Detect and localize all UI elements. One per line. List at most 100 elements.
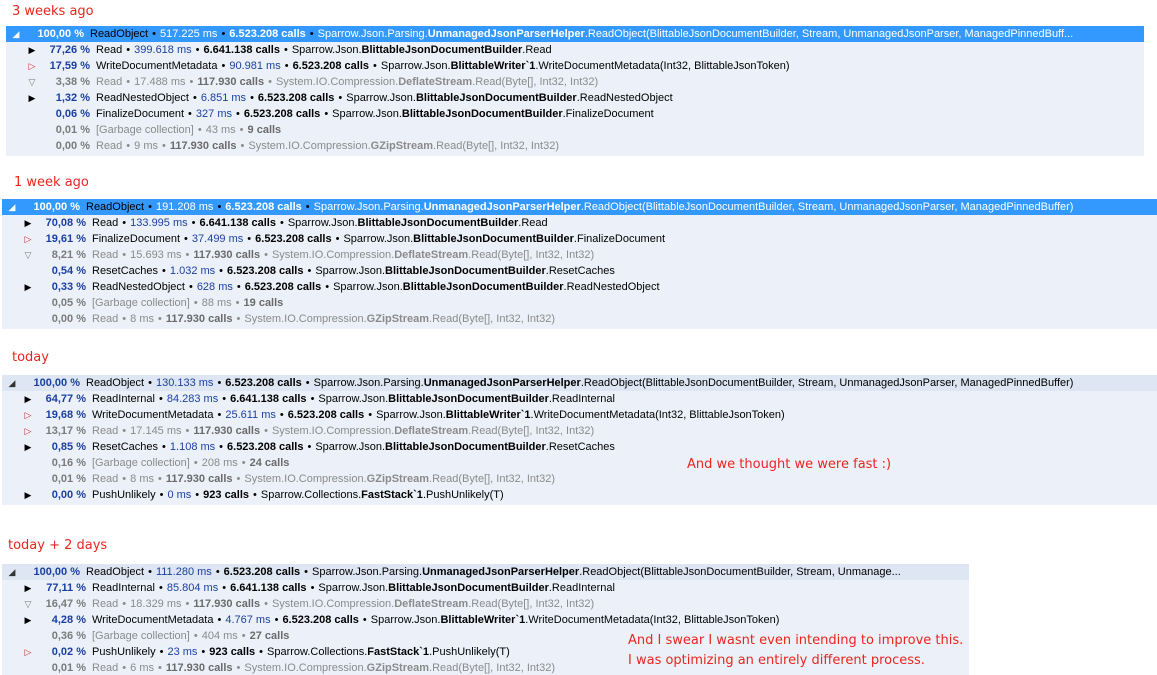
namespace: Sparrow.Json. (315, 441, 386, 453)
call-tree-row[interactable]: 0,54 % ResetCaches • 1.032 ms • 6.523.208 cal… (2, 263, 1157, 279)
qualified-method: System.IO.Compression.GZipStream.Read(By… (244, 473, 555, 485)
time-value: 85.804 ms (166, 582, 219, 594)
call-tree-row[interactable]: 0,00 % Read • 9 ms • 117.930 calls • System.IO.… (6, 138, 1144, 154)
method-signature: .Read(Byte[], Int32, Int32) (468, 598, 595, 610)
collapse-triangle-icon[interactable]: ◢ (6, 199, 18, 215)
call-count: 27 calls (249, 630, 290, 642)
bullet-separator: • (221, 60, 226, 72)
bullet-separator: • (191, 217, 196, 229)
bullet-separator: • (250, 92, 254, 104)
profiler-panel-3-weeks-ago[interactable]: ◢ 100,00 % ReadObject • 517.225 ms • 6.523.208… (6, 26, 1144, 156)
bullet-separator: • (219, 441, 224, 453)
call-tree-row[interactable]: ▶ 77,26 % Read • 399.618 ms • 6.641.138 calls •… (6, 42, 1144, 58)
profiler-panel-1-week-ago[interactable]: ◢ 100,00 % ReadObject • 191.208 ms • 6.523.208… (2, 199, 1157, 329)
call-tree-row[interactable]: ▷ 13,17 % Read • 17.145 ms • 117.930 calls • Sys… (2, 423, 1157, 439)
call-tree-row[interactable]: ▽ 3,38 % Read • 17.488 ms • 117.930 calls • Syst… (6, 74, 1144, 90)
call-tree-row[interactable]: ▶ 1,32 % ReadNestedObject • 6.851 ms • 6.523.2… (6, 90, 1144, 106)
bullet-separator: • (259, 646, 264, 658)
class-name: GZipStream (366, 473, 430, 485)
method-signature: .Read(Byte[], Int32, Int32) (429, 313, 555, 325)
bullet-separator: • (195, 489, 200, 501)
method-name: Read (96, 44, 123, 56)
bullet-separator: • (122, 598, 127, 610)
call-tree-row[interactable]: ▷ 17,59 % WriteDocumentMetadata • 90.981 ms •… (6, 58, 1144, 74)
call-tree-row[interactable]: ▽ 8,21 % Read • 15.693 ms • 117.930 calls • Syst… (2, 247, 1157, 263)
call-tree-row[interactable]: ◢ 100,00 % ReadObject • 130.133 ms • 6.523.208… (2, 375, 1157, 391)
namespace: System.IO.Compression. (244, 313, 367, 325)
call-tree-row[interactable]: 0,00 % Read • 8 ms • 117.930 calls • System.IO.… (2, 311, 1157, 327)
namespace: Sparrow.Json. (333, 281, 403, 293)
qualified-method: Sparrow.Json.BlittableJsonDocumentBuilde… (332, 108, 654, 120)
time-value: 8 ms (130, 313, 154, 325)
percent-value: 4,28 % (51, 614, 86, 626)
expand-arrow-filled-icon[interactable]: ▶ (22, 580, 34, 596)
profiler-panel-today[interactable]: ◢ 100,00 % ReadObject • 130.133 ms • 6.523.208… (2, 375, 1157, 505)
time-value: 404 ms (201, 630, 238, 642)
call-tree-row[interactable]: ◢ 100,00 % ReadObject • 517.225 ms • 6.523.208… (6, 26, 1144, 42)
bullet-separator: • (222, 393, 227, 405)
bullet-separator: • (217, 409, 222, 421)
method-signature: .Read (522, 44, 552, 56)
expand-arrow-filled-icon[interactable]: ▶ (26, 42, 38, 58)
call-tree-row[interactable]: ◢ 100,00 % ReadObject • 111.280 ms • 6.523.208… (2, 564, 969, 580)
call-tree-row[interactable]: ◢ 100,00 % ReadObject • 191.208 ms • 6.523.208… (2, 199, 1157, 215)
call-tree-row[interactable]: ▶ 0,00 % PushUnlikely • 0 ms • 923 calls • Sparr… (2, 487, 1157, 503)
bullet-separator: • (279, 409, 284, 421)
bullet-separator: • (240, 140, 245, 152)
expand-arrow-outline-icon[interactable]: ▷ (22, 407, 34, 423)
collapse-triangle-icon[interactable]: ◢ (6, 375, 18, 391)
expand-arrow-filled-icon[interactable]: ▶ (22, 487, 34, 503)
bullet-separator: • (162, 140, 166, 152)
call-count: 117.930 calls (165, 313, 233, 325)
expand-arrow-outline-icon[interactable]: ▷ (26, 58, 38, 74)
method-signature: .WriteDocumentMetadata(Int32, BlittableJ… (535, 60, 790, 72)
expand-arrow-outline-icon[interactable]: ▷ (22, 231, 34, 247)
call-count: 117.930 calls (165, 473, 233, 485)
call-tree-row[interactable]: 0,06 % FinalizeDocument • 327 ms • 6.523.208 … (6, 106, 1144, 122)
call-tree-row[interactable]: 0,05 % [Garbage collection] • 88 ms • 19 call… (2, 295, 1157, 311)
bullet-separator: • (162, 441, 166, 453)
expand-arrow-outline-icon[interactable]: ▷ (22, 423, 34, 439)
call-tree-row[interactable]: ▶ 77,11 % ReadInternal • 85.804 ms • 6.641.138… (2, 580, 969, 596)
label-today: today (12, 350, 49, 365)
call-tree-row[interactable]: 0,01 % Read • 8 ms • 117.930 calls • System.IO.… (2, 471, 1157, 487)
class-name: BlittableWriter`1 (450, 60, 536, 72)
expand-arrow-filled-icon[interactable]: ▶ (22, 279, 34, 295)
call-tree-row[interactable]: ▶ 64,77 % ReadInternal • 84.283 ms • 6.641.138… (2, 391, 1157, 407)
time-value: 628 ms (196, 281, 233, 293)
call-tree-row[interactable]: ▶ 0,33 % ReadNestedObject • 628 ms • 6.523.208… (2, 279, 1157, 295)
expand-arrow-filled-icon[interactable]: ▶ (26, 90, 38, 106)
class-name: BlittableJsonDocumentBuilder (402, 281, 564, 293)
call-tree-row[interactable]: ▽ 16,47 % Read • 18.329 ms • 117.930 calls • Sys… (2, 596, 969, 612)
class-name: BlittableJsonDocumentBuilder (401, 108, 563, 120)
expand-arrow-filled-icon[interactable]: ▶ (22, 215, 34, 231)
call-tree-row[interactable]: ▶ 0,85 % ResetCaches • 1.108 ms • 6.523.208 ca… (2, 439, 1157, 455)
collapse-triangle-icon[interactable]: ◢ (6, 564, 18, 580)
method-name: FinalizeDocument (92, 233, 181, 245)
collapse-triangle-icon[interactable]: ◢ (10, 26, 22, 42)
bullet-separator: • (122, 217, 127, 229)
expand-arrow-filled-icon[interactable]: ▶ (22, 439, 34, 455)
expand-arrow-filled-icon[interactable]: ▶ (22, 391, 34, 407)
bullet-separator: • (335, 233, 340, 245)
bullet-separator: • (264, 425, 268, 437)
bullet-separator: • (307, 441, 312, 453)
call-tree-row[interactable]: ▶ 4,28 % WriteDocumentMetadata • 4.767 ms • 6.… (2, 612, 969, 628)
expand-arrow-outline-icon[interactable]: ▷ (22, 644, 34, 660)
bullet-separator: • (193, 457, 198, 469)
call-tree-row[interactable]: 0,01 % [Garbage collection] • 43 ms • 9 calls (6, 122, 1144, 138)
percent-value: 100,00 % (37, 28, 84, 40)
call-tree-row[interactable]: ▷ 19,61 % FinalizeDocument • 37.499 ms • 6.523… (2, 231, 1157, 247)
time-value: 0 ms (167, 489, 192, 501)
qualified-method: Sparrow.Json.Parsing.UnmanagedJsonParser… (314, 201, 1074, 213)
call-tree-row[interactable]: ▶ 70,08 % Read • 133.995 ms • 6.641.138 calls •… (2, 215, 1157, 231)
percent-value: 19,68 % (45, 409, 86, 421)
time-value: 17.145 ms (130, 425, 182, 437)
expand-arrow-filled-icon[interactable]: ▶ (22, 612, 34, 628)
call-tree-row[interactable]: 0,16 % [Garbage collection] • 208 ms • 24 cal… (2, 455, 1157, 471)
method-name: ReadNestedObject (92, 281, 185, 293)
call-tree-row[interactable]: ▷ 19,68 % WriteDocumentMetadata • 25.611 ms •… (2, 407, 1157, 423)
method-name: [Garbage collection] (92, 457, 190, 469)
label-3-weeks-ago: 3 weeks ago (12, 4, 94, 19)
qualified-method: Sparrow.Json.BlittableWriter`1.WriteDocu… (371, 614, 780, 626)
